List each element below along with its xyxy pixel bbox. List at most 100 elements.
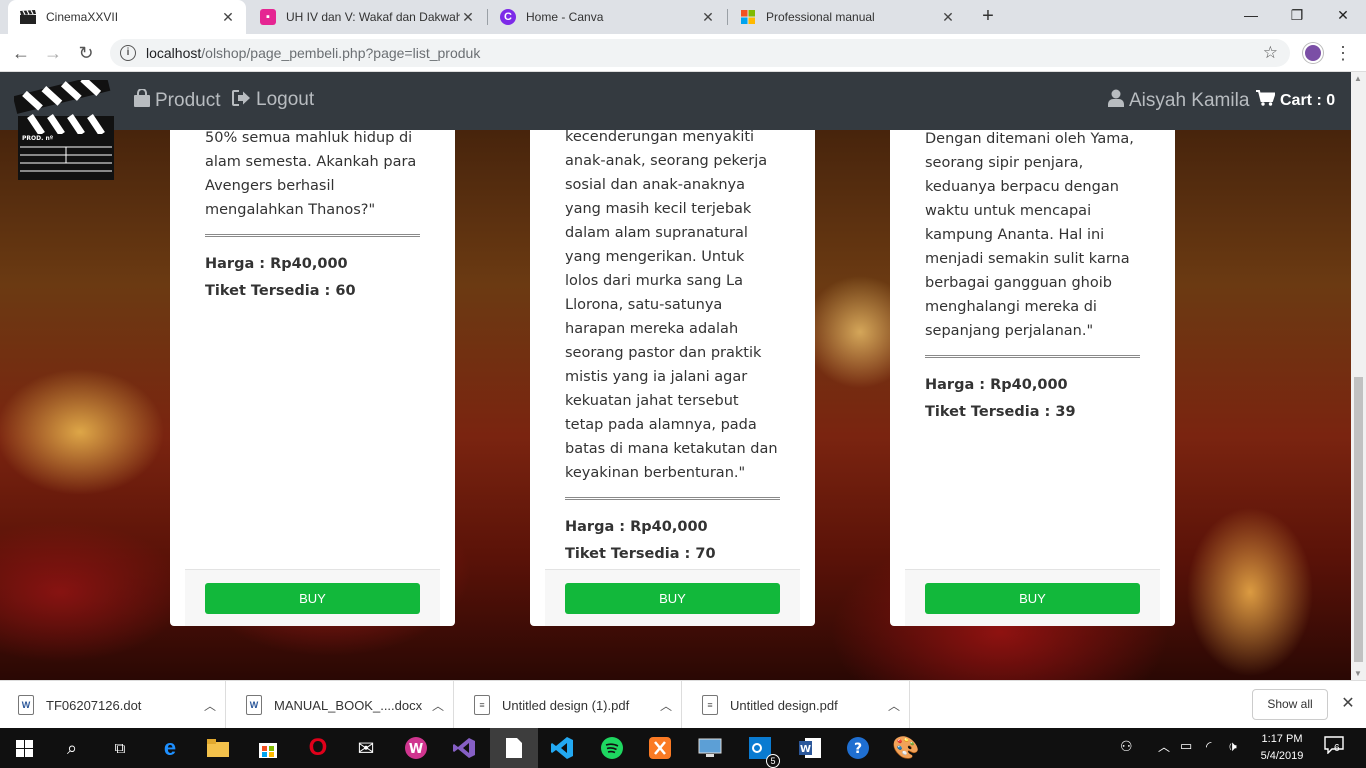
divider: [925, 355, 1140, 358]
windows-start-icon[interactable]: [10, 734, 38, 762]
close-tab-icon[interactable]: ✕: [700, 9, 716, 26]
url-input[interactable]: i localhost/olshop/page_pembeli.php?page…: [110, 39, 1290, 67]
product-stock: Tiket Tersedia : 60: [205, 283, 356, 299]
svg-text:W: W: [409, 742, 423, 757]
close-tab-icon[interactable]: ✕: [460, 9, 476, 26]
remote-desktop-icon[interactable]: [696, 734, 724, 762]
card-footer: BUY: [545, 569, 800, 626]
download-item[interactable]: W TF06207126.dot ︿: [0, 681, 226, 729]
browser-tab-strip: CinemaXXVII ✕ ▪ UH IV dan V: Wakaf dan D…: [0, 0, 1366, 34]
divider: [205, 234, 420, 237]
chevron-up-icon[interactable]: ︿: [879, 697, 909, 714]
product-price: Harga : Rp40,000: [565, 519, 708, 535]
buy-button[interactable]: BUY: [565, 583, 780, 614]
chevron-up-icon[interactable]: ︿: [1158, 738, 1170, 755]
product-description: kecenderungan menyakiti anak-anak, seora…: [565, 129, 778, 481]
card-footer: BUY: [905, 569, 1160, 626]
close-downloads-icon[interactable]: ✕: [1338, 693, 1358, 713]
chevron-up-icon[interactable]: ︿: [651, 697, 681, 714]
download-item[interactable]: ≡ Untitled design (1).pdf ︿: [456, 681, 682, 729]
minimize-window-button[interactable]: —: [1228, 0, 1274, 30]
product-card: kecenderungan menyakiti anak-anak, seora…: [530, 72, 815, 626]
outlook-icon[interactable]: 5: [746, 734, 780, 768]
visual-studio-icon[interactable]: [450, 734, 478, 762]
windows-taskbar: ⌕ ⧉ e O ✉ W 5 W ? 🎨 ⚇ ︿ ▭ ◜ 🕩 1:17 PM 5/…: [0, 728, 1366, 768]
downloads-bar: W TF06207126.dot ︿ W MANUAL_BOOK_....doc…: [0, 680, 1366, 729]
microsoft-icon: [740, 9, 756, 25]
clapperboard-icon: [20, 9, 36, 25]
scrollbar-thumb[interactable]: [1354, 377, 1363, 662]
vscode-icon[interactable]: [548, 734, 576, 762]
user-icon: [1108, 89, 1124, 112]
chevron-up-icon[interactable]: ︿: [195, 697, 225, 714]
card-footer: BUY: [185, 569, 440, 626]
page-content: 50% semua mahluk hidup di alam semesta. …: [0, 72, 1366, 680]
product-card: 50% semua mahluk hidup di alam semesta. …: [170, 72, 455, 626]
canva-icon: C: [500, 9, 516, 25]
svg-text:?: ?: [854, 741, 862, 757]
download-item[interactable]: W MANUAL_BOOK_....docx ︿: [228, 681, 454, 729]
mail-icon[interactable]: ✉: [352, 734, 380, 762]
word-file-icon: W: [246, 695, 262, 715]
tab-professional-manual[interactable]: Professional manual ✕: [728, 0, 966, 34]
store-icon[interactable]: [254, 734, 282, 762]
pdf-file-icon: ≡: [702, 695, 718, 715]
browser-menu-icon[interactable]: ⋮: [1334, 41, 1352, 65]
opera-icon[interactable]: O: [304, 734, 332, 762]
taskbar-clock[interactable]: 1:17 PM 5/4/2019: [1252, 731, 1312, 765]
people-icon[interactable]: ⚇: [1120, 738, 1133, 755]
battery-icon[interactable]: ▭: [1180, 738, 1192, 754]
chevron-up-icon[interactable]: ︿: [423, 697, 453, 714]
paint-icon[interactable]: 🎨: [892, 734, 920, 762]
search-icon[interactable]: ⌕: [58, 734, 86, 762]
product-stock: Tiket Tersedia : 70: [565, 546, 716, 562]
show-all-downloads-button[interactable]: Show all: [1252, 689, 1328, 720]
notification-center-icon[interactable]: 6: [1324, 736, 1344, 757]
buy-button[interactable]: BUY: [925, 583, 1140, 614]
sign-out-icon: [232, 89, 251, 111]
product-stock: Tiket Tersedia : 39: [925, 404, 1076, 420]
nav-logout-link[interactable]: Logout: [232, 89, 314, 111]
product-card: Dengan ditemani oleh Yama, seorang sipir…: [890, 72, 1175, 626]
wifi-icon[interactable]: ◜: [1206, 738, 1211, 755]
forward-button[interactable]: →: [41, 41, 65, 65]
task-view-icon[interactable]: ⧉: [106, 734, 134, 762]
svg-text:W: W: [800, 744, 811, 755]
tab-uh-wakaf[interactable]: ▪ UH IV dan V: Wakaf dan Dakwah ✕: [248, 0, 486, 34]
new-tab-button[interactable]: +: [976, 4, 1000, 28]
product-price: Harga : Rp40,000: [205, 256, 348, 272]
shopping-bag-icon: [134, 88, 150, 112]
close-tab-icon[interactable]: ✕: [940, 9, 956, 26]
pdf-file-icon: ≡: [474, 695, 490, 715]
product-price: Harga : Rp40,000: [925, 377, 1068, 393]
help-icon[interactable]: ?: [844, 734, 872, 762]
profile-avatar[interactable]: [1303, 43, 1323, 63]
notepad-icon[interactable]: [500, 734, 528, 762]
tab-canva[interactable]: C Home - Canva ✕: [488, 0, 726, 34]
tab-cinemaxxvii[interactable]: CinemaXXVII ✕: [8, 0, 246, 34]
cart-link[interactable]: Cart : 0: [1256, 90, 1335, 111]
volume-icon[interactable]: 🕩: [1228, 738, 1237, 755]
maximize-window-button[interactable]: ❐: [1274, 0, 1320, 30]
xampp-icon[interactable]: [646, 734, 674, 762]
close-window-button[interactable]: ✕: [1320, 0, 1366, 30]
info-icon[interactable]: i: [120, 45, 136, 61]
edge-icon[interactable]: e: [156, 734, 184, 762]
word-icon[interactable]: W: [796, 734, 824, 762]
word-file-icon: W: [18, 695, 34, 715]
buy-button[interactable]: BUY: [205, 583, 420, 614]
winrar-icon[interactable]: W: [402, 734, 430, 762]
back-button[interactable]: ←: [9, 41, 33, 65]
reload-button[interactable]: ↻: [74, 41, 98, 65]
spotify-icon[interactable]: [598, 734, 626, 762]
close-tab-icon[interactable]: ✕: [220, 9, 236, 26]
shopping-cart-icon: [1256, 90, 1276, 111]
download-item[interactable]: ≡ Untitled design.pdf ︿: [684, 681, 910, 729]
file-explorer-icon[interactable]: [204, 734, 232, 762]
bookmark-star-icon[interactable]: ☆: [1263, 43, 1278, 63]
nav-product-link[interactable]: Product: [134, 88, 220, 112]
nav-user-link[interactable]: Aisyah Kamila: [1108, 89, 1249, 112]
site-logo[interactable]: PROD. nº: [12, 73, 116, 180]
divider: [565, 497, 780, 500]
page-scrollbar[interactable]: ▲ ▼: [1351, 72, 1366, 680]
